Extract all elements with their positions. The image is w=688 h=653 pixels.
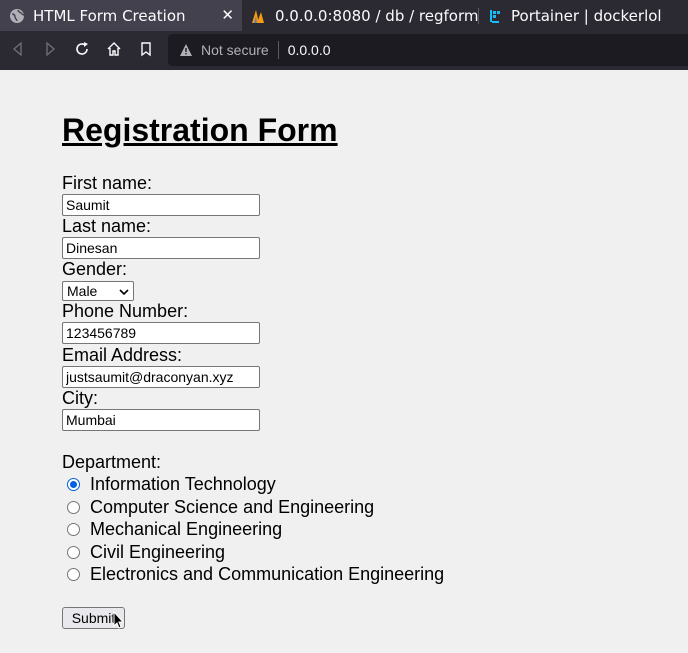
email-input[interactable] <box>62 366 260 388</box>
phone-input[interactable] <box>62 322 260 344</box>
forward-button[interactable] <box>41 41 59 59</box>
gender-selected-value: Male <box>67 283 98 299</box>
url-divider <box>277 41 279 59</box>
tab-bar: HTML Form Creation ✕ 0.0.0.0:8080 / db /… <box>0 0 688 31</box>
close-tab-icon[interactable]: ✕ <box>221 6 234 24</box>
page-title: Registration Form <box>62 112 338 148</box>
tab-label: Portainer | dockerlol <box>511 6 662 25</box>
globe-icon <box>9 8 25 24</box>
nav-bar: Not secure 0.0.0.0 <box>0 31 688 70</box>
tab-portainer[interactable]: Portainer | dockerlol <box>478 0 688 31</box>
department-option-label: Information Technology <box>90 474 276 494</box>
warning-icon[interactable] <box>179 43 193 57</box>
department-option-ece[interactable]: Electronics and Communication Engineerin… <box>67 564 444 585</box>
first-name-input[interactable] <box>62 194 260 216</box>
radio-button[interactable] <box>67 568 80 581</box>
radio-button[interactable] <box>67 501 80 514</box>
department-option-civil[interactable]: Civil Engineering <box>67 542 225 563</box>
back-button[interactable] <box>9 41 27 59</box>
tab-html-form-creation[interactable]: HTML Form Creation ✕ <box>0 0 242 31</box>
department-label: Department: <box>62 452 162 472</box>
mouse-cursor-icon <box>113 610 125 629</box>
city-input[interactable] <box>62 409 260 431</box>
last-name-label: Last name: <box>62 216 152 236</box>
department-option-mech[interactable]: Mechanical Engineering <box>67 519 282 540</box>
radio-button[interactable] <box>67 523 80 536</box>
url-text[interactable]: 0.0.0.0 <box>288 42 331 58</box>
page-content: Registration Form First name: Last name:… <box>0 70 688 653</box>
department-option-label: Computer Science and Engineering <box>90 497 375 517</box>
bookmark-button[interactable] <box>137 41 155 59</box>
radio-button[interactable] <box>67 478 80 491</box>
portainer-icon <box>487 8 503 24</box>
reload-button[interactable] <box>73 41 91 59</box>
department-option-label: Electronics and Communication Engineerin… <box>90 564 445 584</box>
gender-label: Gender: <box>62 259 128 279</box>
department-option-it[interactable]: Information Technology <box>67 474 276 495</box>
tab-phpmyadmin[interactable]: 0.0.0.0:8080 / db / regformda <box>242 0 478 31</box>
city-label: City: <box>62 388 98 408</box>
radio-button[interactable] <box>67 546 80 559</box>
tab-label: HTML Form Creation <box>33 6 186 25</box>
first-name-label: First name: <box>62 173 153 193</box>
phone-label: Phone Number: <box>62 301 189 321</box>
phpmyadmin-icon <box>251 8 267 24</box>
security-label: Not secure <box>201 42 269 58</box>
gender-select[interactable]: Male <box>62 281 134 301</box>
email-label: Email Address: <box>62 345 183 365</box>
department-option-label: Civil Engineering <box>90 542 226 562</box>
department-option-label: Mechanical Engineering <box>90 519 283 539</box>
last-name-input[interactable] <box>62 237 260 259</box>
tab-label: 0.0.0.0:8080 / db / regformda <box>275 6 478 25</box>
home-button[interactable] <box>105 41 123 59</box>
chevron-down-icon <box>119 283 129 299</box>
address-bar[interactable]: Not secure 0.0.0.0 <box>168 34 688 66</box>
department-option-cse[interactable]: Computer Science and Engineering <box>67 497 374 518</box>
